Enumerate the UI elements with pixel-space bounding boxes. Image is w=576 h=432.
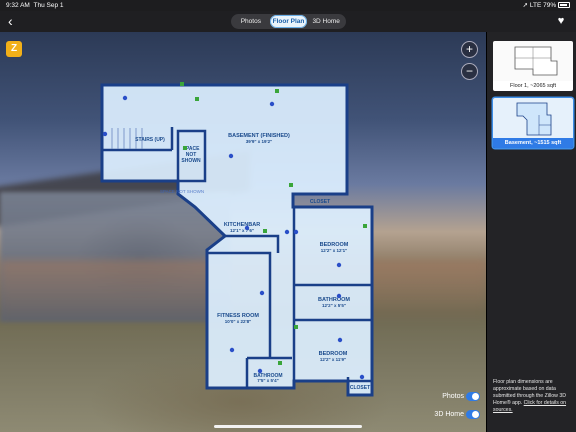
tab-floor-plan[interactable]: Floor Plan (269, 15, 308, 28)
room-dim-basement: 39'9" x 19'2" (246, 139, 272, 144)
basement-thumbnail-image (493, 98, 573, 138)
back-chevron-icon[interactable]: ‹ (8, 13, 22, 29)
location-icon: ➚ (522, 2, 529, 9)
status-left: 9:32 AM Thu Sep 1 (6, 0, 63, 11)
room-dim-bedroom-1: 12'2" x 12'1" (321, 248, 347, 253)
floor-1-thumbnail-image (493, 41, 573, 81)
3d-marker[interactable] (336, 293, 342, 299)
3d-home-toggle-row: 3D Home (420, 408, 482, 422)
floor-thumbnail-basement[interactable]: Basement, ~1515 sqft (493, 98, 573, 148)
floor-1-caption: Floor 1, ~2065 sqft (493, 81, 573, 91)
photo-marker[interactable] (278, 361, 282, 365)
floor-plan-disclaimer: Floor plan dimensions are approximate ba… (493, 379, 575, 414)
tab-photos[interactable]: Photos (232, 15, 270, 28)
ghost-label-space-not-shown: SPACE NOT SHOWN (160, 189, 204, 194)
3d-marker[interactable] (259, 290, 265, 296)
3d-home-toggle-label: 3D Home (434, 411, 464, 418)
3d-marker[interactable] (244, 225, 250, 231)
3d-marker[interactable] (359, 374, 365, 380)
status-date: Thu Sep 1 (33, 2, 64, 9)
3d-marker[interactable] (229, 347, 235, 353)
room-dim-fitness: 10'0" x 22'8" (225, 319, 251, 324)
status-bar: 9:32 AM Thu Sep 1 ➚ LTE 79% (0, 0, 576, 11)
photos-toggle-row: Photos (420, 390, 482, 404)
3d-marker[interactable] (122, 95, 128, 101)
photos-toggle-switch[interactable] (466, 392, 480, 401)
photo-marker[interactable] (363, 224, 367, 228)
favorite-heart-icon[interactable]: ♥ (554, 13, 568, 29)
room-label-closet-bottom: CLOSET (350, 385, 370, 391)
3d-marker[interactable] (336, 262, 342, 268)
app-window: 9:32 AM Thu Sep 1 ➚ LTE 79% ‹ Photos Flo… (0, 0, 576, 432)
floor-1-mini-plan (514, 46, 558, 76)
photo-marker[interactable] (180, 82, 184, 86)
floor-plan-drawing: STAIRS (UP) SPACE NOT SHOWN BASEMENT (FI… (100, 82, 374, 397)
photo-marker[interactable] (289, 183, 293, 187)
signal-text: LTE (529, 2, 542, 9)
home-indicator-bar[interactable] (214, 425, 362, 428)
photo-marker[interactable] (263, 229, 267, 233)
3d-marker[interactable] (337, 337, 343, 343)
room-dim-bathroom-1: 12'2" x 5'5" (322, 303, 346, 308)
top-navigation: ‹ Photos Floor Plan 3D Home ♥ (0, 11, 576, 32)
room-dim-kitchenbar: 12'1" x 7'6" (230, 228, 254, 233)
room-dim-bathroom-2: 7'5" x 5'4" (257, 378, 278, 383)
3d-marker[interactable] (269, 101, 275, 107)
3d-marker[interactable] (102, 131, 108, 137)
room-label-space-3: SHOWN (181, 158, 201, 164)
photo-marker[interactable] (275, 89, 279, 93)
floor-thumbnail-floor-1[interactable]: Floor 1, ~2065 sqft (493, 41, 573, 91)
3d-home-toggle-switch[interactable] (466, 410, 480, 419)
status-time: 9:32 AM (6, 2, 30, 9)
tab-3d-home[interactable]: 3D Home (307, 15, 345, 28)
status-right: ➚ LTE 79% (523, 0, 570, 11)
floor-plan-outline (100, 83, 374, 397)
battery-icon (558, 2, 570, 9)
3d-marker[interactable] (293, 229, 299, 235)
basement-caption: Basement, ~1515 sqft (493, 138, 573, 148)
3d-marker[interactable] (228, 153, 234, 159)
photo-marker[interactable] (183, 146, 187, 150)
room-label-closet-top: CLOSET (310, 199, 330, 205)
view-mode-segmented-control: Photos Floor Plan 3D Home (231, 14, 346, 29)
3d-marker[interactable] (284, 229, 290, 235)
room-label-stairs: STAIRS (UP) (135, 137, 165, 143)
battery-text: 79% (543, 2, 557, 9)
photo-marker[interactable] (195, 97, 199, 101)
basement-mini-plan (516, 102, 552, 136)
3d-marker[interactable] (257, 368, 263, 374)
room-dim-bedroom-2: 12'2" x 11'9" (320, 357, 346, 362)
floor-plan-viewer[interactable]: Z + − STAIRS (UP) SPACE NOT SHOWN BASEME… (0, 32, 486, 432)
photo-marker[interactable] (294, 325, 298, 329)
photos-toggle-label: Photos (442, 393, 464, 400)
floor-selector-panel: Floor 1, ~2065 sqft Basement, ~1515 sqft… (486, 32, 576, 432)
